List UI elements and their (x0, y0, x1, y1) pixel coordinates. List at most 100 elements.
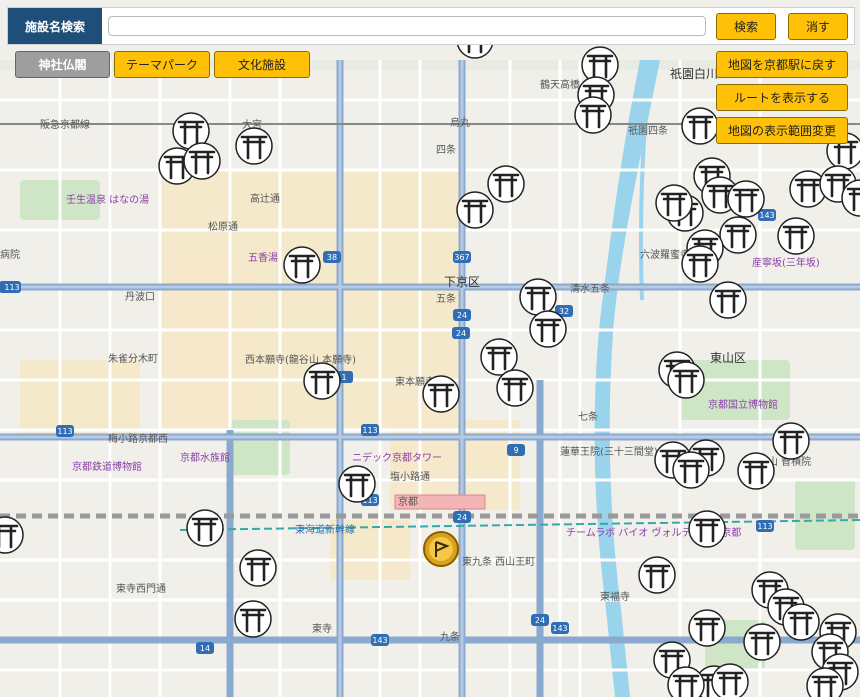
map-label: 蓮華王院(三十三間堂) (560, 445, 658, 458)
shrine-marker-icon[interactable] (303, 362, 341, 400)
search-label: 施設名検索 (8, 8, 102, 44)
svg-text:24: 24 (535, 616, 545, 625)
shrine-marker-icon[interactable] (338, 465, 376, 503)
shrine-marker-icon[interactable] (234, 600, 272, 638)
map-label: 東海道新幹線 (295, 523, 355, 536)
map-label: 高辻通 (250, 192, 280, 205)
route-shield: 24 (453, 309, 471, 321)
svg-text:143: 143 (372, 636, 387, 645)
svg-text:32: 32 (559, 307, 569, 316)
shrine-marker-icon[interactable] (186, 509, 224, 547)
svg-text:1: 1 (341, 373, 346, 382)
route-shield: 143 (758, 209, 776, 221)
shrine-marker-icon[interactable] (239, 549, 277, 587)
shrine-marker-icon[interactable] (782, 603, 820, 641)
map-label: 丹波口 (125, 290, 155, 303)
svg-text:113: 113 (4, 283, 19, 292)
svg-text:14: 14 (200, 644, 210, 653)
category-culture-button[interactable]: 文化施設 (214, 51, 310, 78)
shrine-marker-icon[interactable] (711, 663, 749, 697)
map-label: 下京区 (444, 275, 480, 289)
route-shield: 38 (323, 251, 341, 263)
destination-pin[interactable] (423, 531, 459, 567)
map-label: 東山区 (710, 351, 746, 365)
map-label: 鶴天高橋 (540, 78, 580, 91)
map-label: 祇園白川 (670, 66, 718, 81)
map-label: 烏丸 (450, 116, 470, 129)
map-label: 祇園四条 (628, 124, 668, 137)
shrine-marker-icon[interactable] (672, 451, 710, 489)
map-label: 京都鉄道博物館 (72, 460, 142, 473)
shrine-marker-icon[interactable] (681, 245, 719, 283)
map-label: 京都国立博物館 (708, 398, 778, 411)
shrine-marker-icon[interactable] (422, 375, 460, 413)
shrine-marker-icon[interactable] (529, 310, 567, 348)
shrine-marker-icon[interactable] (667, 361, 705, 399)
shrine-marker-icon[interactable] (719, 216, 757, 254)
map-label: ニデック京都タワー (352, 451, 442, 464)
shrine-marker-icon[interactable] (772, 422, 810, 460)
svg-text:367: 367 (454, 253, 469, 262)
clear-button[interactable]: 消す (788, 13, 848, 40)
map-label: 京都水族館 (180, 451, 230, 464)
shrine-marker-icon[interactable] (183, 142, 221, 180)
svg-text:143: 143 (552, 624, 567, 633)
map-label: 四条 (436, 143, 456, 156)
map-label: 産寧坂(三年坂) (752, 256, 820, 269)
shrine-marker-icon[interactable] (496, 369, 534, 407)
route-shield: 24 (531, 614, 549, 626)
map-label: 東九条 西山王町 (462, 555, 535, 568)
route-shield: 14 (196, 642, 214, 654)
map-label: 五条 (436, 292, 456, 305)
shrine-marker-icon[interactable] (727, 180, 765, 218)
category-temple-button[interactable]: 神社仏閣 (15, 51, 110, 78)
route-shield: 113 (756, 520, 774, 532)
shrine-marker-icon[interactable] (777, 217, 815, 255)
shrine-marker-icon[interactable] (638, 556, 676, 594)
shrine-marker-icon[interactable] (709, 281, 747, 319)
category-themepark-button[interactable]: テーマパーク (114, 51, 210, 78)
shrine-marker-icon[interactable] (283, 246, 321, 284)
svg-text:143: 143 (759, 211, 774, 220)
shrine-marker-icon[interactable] (688, 510, 726, 548)
search-button[interactable]: 検索 (716, 13, 776, 40)
back-to-station-button[interactable]: 地図を京都駅に戻す (716, 51, 848, 78)
map-label: 壬生温泉 はなの湯 (66, 193, 149, 206)
shrine-marker-icon[interactable] (681, 107, 719, 145)
map-label: 九条 (440, 630, 460, 643)
map-label: 朱雀分木町 (108, 353, 158, 365)
shrine-marker-icon[interactable] (235, 127, 273, 165)
route-shield: 143 (551, 622, 569, 634)
shrine-marker-icon[interactable] (574, 96, 612, 134)
route-shield: 143 (371, 634, 389, 646)
shrine-marker-icon[interactable] (519, 278, 557, 316)
shrine-marker-icon[interactable] (743, 623, 781, 661)
svg-text:113: 113 (757, 522, 772, 531)
map-label: 松原通 (208, 220, 238, 233)
shrine-marker-icon[interactable] (655, 184, 693, 222)
svg-text:24: 24 (457, 513, 467, 522)
map-label: 梅小路京都西 (108, 432, 168, 445)
map-label: 塩小路通 (390, 470, 430, 483)
search-input[interactable] (108, 16, 706, 36)
map-label: 七条 (578, 410, 598, 423)
shrine-marker-icon[interactable] (806, 667, 844, 697)
change-range-button[interactable]: 地図の表示範囲変更 (716, 117, 848, 144)
shrine-marker-icon[interactable] (456, 191, 494, 229)
svg-text:113: 113 (57, 427, 72, 436)
shrine-marker-icon[interactable] (688, 609, 726, 647)
route-shield: 113 (361, 424, 379, 436)
shrine-marker-icon[interactable] (667, 666, 705, 697)
map-label: 東寺 (312, 622, 332, 635)
shrine-marker-icon[interactable] (487, 165, 525, 203)
svg-text:113: 113 (362, 426, 377, 435)
shrine-marker-icon[interactable] (737, 452, 775, 490)
show-route-button[interactable]: ルートを表示する (716, 84, 848, 111)
map-label: 病院 (0, 248, 20, 261)
route-shield: 113 (3, 281, 21, 293)
map-label: 阪急京都線 (40, 118, 90, 131)
map-label: 東福寺 (600, 590, 630, 603)
svg-text:9: 9 (513, 446, 518, 455)
map-label: 東寺西門通 (116, 582, 166, 595)
svg-text:24: 24 (457, 311, 467, 320)
